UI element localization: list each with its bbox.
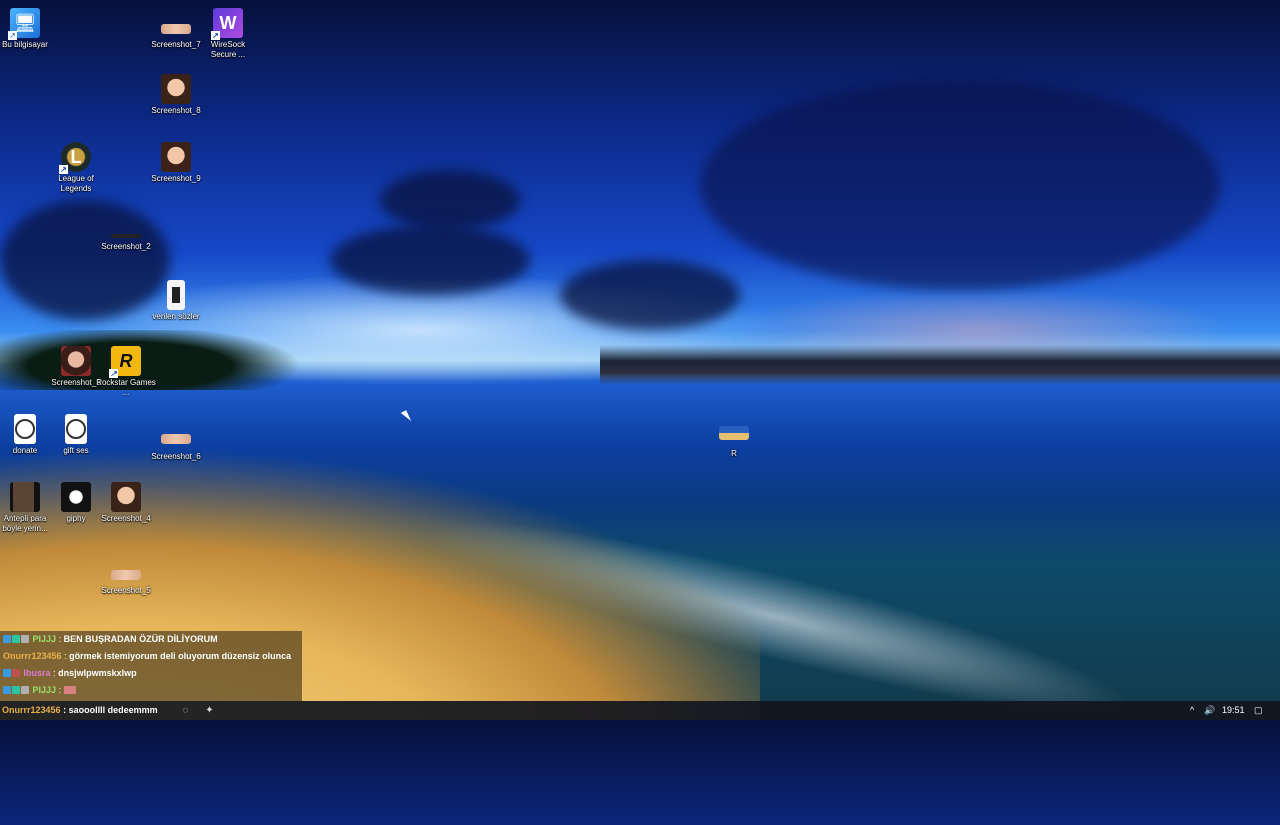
desktop-icon-rockstar[interactable]: R Rockstar Games ...: [96, 346, 156, 398]
image-thumbnail-icon: [161, 142, 191, 172]
badge-icon: [21, 635, 29, 643]
chat-message: PIJJJ :: [0, 682, 302, 699]
badge-icon: [3, 669, 11, 677]
rockstar-games-icon: R: [109, 346, 141, 378]
badge-icon: [12, 635, 20, 643]
clock[interactable]: 19:51: [1222, 701, 1245, 720]
wallpaper-cloud: [700, 80, 1220, 290]
badge-icon: [12, 669, 20, 677]
chat-text: görmek istemiyorum deli oluyorum düzensi…: [69, 651, 292, 661]
steam-icon[interactable]: ✦: [202, 703, 217, 718]
chat-username: PIJJJ: [32, 685, 57, 695]
volume-icon[interactable]: 🔊: [1204, 701, 1215, 720]
badge-icon: [3, 635, 11, 643]
wallpaper-cloud: [380, 170, 520, 230]
document-thumbnail-icon: [167, 280, 185, 310]
chat-text: saooollll dedeemmm: [68, 705, 158, 715]
desktop-icon-verilen-sozler[interactable]: verilen sözler: [146, 280, 206, 322]
taskbar-app-icon[interactable]: ◌: [178, 703, 193, 718]
image-thumbnail-icon: [161, 74, 191, 104]
desktop-icon-screenshot-5[interactable]: Screenshot_5: [96, 560, 156, 596]
league-of-legends-icon: L: [59, 142, 91, 174]
image-thumbnail-icon: [111, 482, 141, 512]
media-file-icon: ▶: [14, 414, 36, 444]
image-thumbnail-icon: [111, 234, 141, 238]
image-thumbnail-icon: [111, 570, 141, 580]
emote-icon: [63, 686, 76, 694]
image-thumbnail-icon: [61, 482, 91, 512]
chat-username: Onurrr123456: [3, 651, 62, 661]
chat-username: Onurrr123456: [2, 705, 61, 715]
chat-text: BEN BUŞRADAN ÖZÜR DİLİYORUM: [63, 634, 218, 644]
desktop-icon-screenshot-8[interactable]: Screenshot_8: [146, 74, 206, 116]
desktop-icon-wiresock[interactable]: W WireSock Secure ...: [198, 8, 258, 60]
chat-overlay: PIJJJ : BEN BUŞRADAN ÖZÜR DİLİYORUM Onur…: [0, 631, 302, 701]
badge-icon: [12, 686, 20, 694]
computer-icon: 🖥: [8, 8, 40, 40]
media-file-icon: ▶: [65, 414, 87, 444]
image-thumbnail-icon: [161, 434, 191, 444]
desktop-icon-screenshot-9[interactable]: Screenshot_9: [146, 142, 206, 184]
chat-message: Ibusra : dnsjwlpwmskxlwp: [0, 665, 302, 682]
badge-icon: [3, 686, 11, 694]
chat-message: Onurrr123456 : saooollll dedeemmm: [2, 705, 158, 715]
wallpaper-cloud: [330, 225, 530, 295]
video-thumbnail-icon: [10, 482, 40, 512]
image-thumbnail-icon: [61, 346, 91, 376]
wiresock-icon: W: [211, 8, 243, 40]
wallpaper-cloud: [0, 200, 170, 320]
taskbar: Onurrr123456 : saooollll dedeemmm ◌ ✦ ^ …: [0, 701, 1280, 720]
badge-icon: [21, 686, 29, 694]
desktop-icon-bu-bilgisayar[interactable]: 🖥 Bu bilgisayar: [0, 8, 55, 50]
chat-username: Ibusra: [23, 668, 51, 678]
chat-text: dnsjwlpwmskxlwp: [58, 668, 137, 678]
wallpaper-cloud: [560, 260, 740, 330]
chat-username: PIJJJ: [32, 634, 57, 644]
desktop-icon-screenshot-6[interactable]: Screenshot_6: [146, 424, 206, 462]
image-thumbnail-icon: [161, 24, 191, 34]
desktop-icon-r[interactable]: R: [704, 426, 764, 459]
tray-chevron-icon[interactable]: ^: [1190, 701, 1194, 720]
desktop-icon-screenshot-7[interactable]: Screenshot_7: [146, 14, 206, 50]
desktop-icon-screenshot-2[interactable]: Screenshot_2: [96, 224, 156, 252]
desktop-icon-screenshot-4[interactable]: Screenshot_4: [96, 482, 156, 524]
notification-icon[interactable]: ▢: [1254, 701, 1263, 720]
chat-message: PIJJJ : BEN BUŞRADAN ÖZÜR DİLİYORUM: [0, 631, 302, 648]
desktop-icon-league[interactable]: L League of Legends: [46, 142, 106, 194]
image-thumbnail-icon: [719, 426, 749, 440]
desktop-icon-gift-ses[interactable]: ▶ gift ses: [46, 414, 106, 456]
chat-message: Onurrr123456 : görmek istemiyorum deli o…: [3, 651, 292, 661]
wallpaper-coast: [600, 345, 1280, 385]
